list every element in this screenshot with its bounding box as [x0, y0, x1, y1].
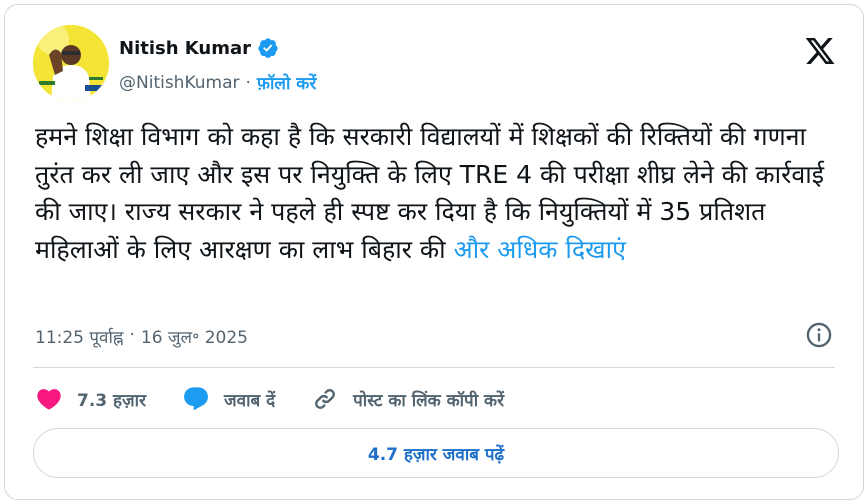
verified-badge-icon [258, 38, 278, 58]
handle-separator: · [245, 72, 251, 93]
heart-icon [37, 389, 61, 410]
tweet-timestamp[interactable]: 11:25 पूर्वाह्न · 16 जुल॰ 2025 [35, 325, 248, 348]
copy-link-label[interactable]: पोस्ट का लिंक कॉपी करें [353, 388, 504, 411]
action-bar: 7.3 हज़ार जवाब दें पोस्ट का लिंक कॉपी कर… [35, 385, 540, 413]
tweet-embed-card[interactable]: Nitish Kumar @NitishKumar · फ़ॉलो करें ह… [4, 4, 864, 500]
tweet-time[interactable]: 11:25 पूर्वाह्न [35, 325, 123, 348]
divider [33, 367, 835, 368]
like-count[interactable]: 7.3 हज़ार [77, 388, 146, 411]
reply-label[interactable]: जवाब दें [224, 388, 275, 411]
read-replies-label[interactable]: 4.7 हज़ार जवाब पढ़ें [368, 442, 504, 465]
avatar[interactable] [33, 25, 109, 101]
follow-link[interactable]: फ़ॉलो करें [257, 71, 316, 94]
tweet-body: हमने शिक्षा विभाग को कहा है कि सरकारी वि… [35, 122, 824, 264]
show-more-link[interactable]: और अधिक दिखाएं [454, 235, 626, 264]
like-button[interactable]: 7.3 हज़ार [35, 385, 146, 413]
x-logo-icon[interactable] [803, 35, 837, 67]
author-handle[interactable]: @NitishKumar [119, 73, 240, 93]
tweet-date[interactable]: 16 जुल॰ 2025 [141, 325, 248, 348]
read-replies-button[interactable]: 4.7 हज़ार जवाब पढ़ें [33, 428, 839, 478]
link-icon [315, 389, 336, 409]
copy-link-button[interactable]: पोस्ट का लिंक कॉपी करें [311, 385, 504, 413]
meta-separator: · [129, 325, 135, 345]
reply-bubble-icon [184, 387, 208, 411]
info-icon[interactable] [805, 321, 833, 349]
tweet-text: हमने शिक्षा विभाग को कहा है कि सरकारी वि… [35, 118, 835, 268]
author-name[interactable]: Nitish Kumar [119, 38, 251, 59]
reply-button[interactable]: जवाब दें [182, 385, 275, 413]
